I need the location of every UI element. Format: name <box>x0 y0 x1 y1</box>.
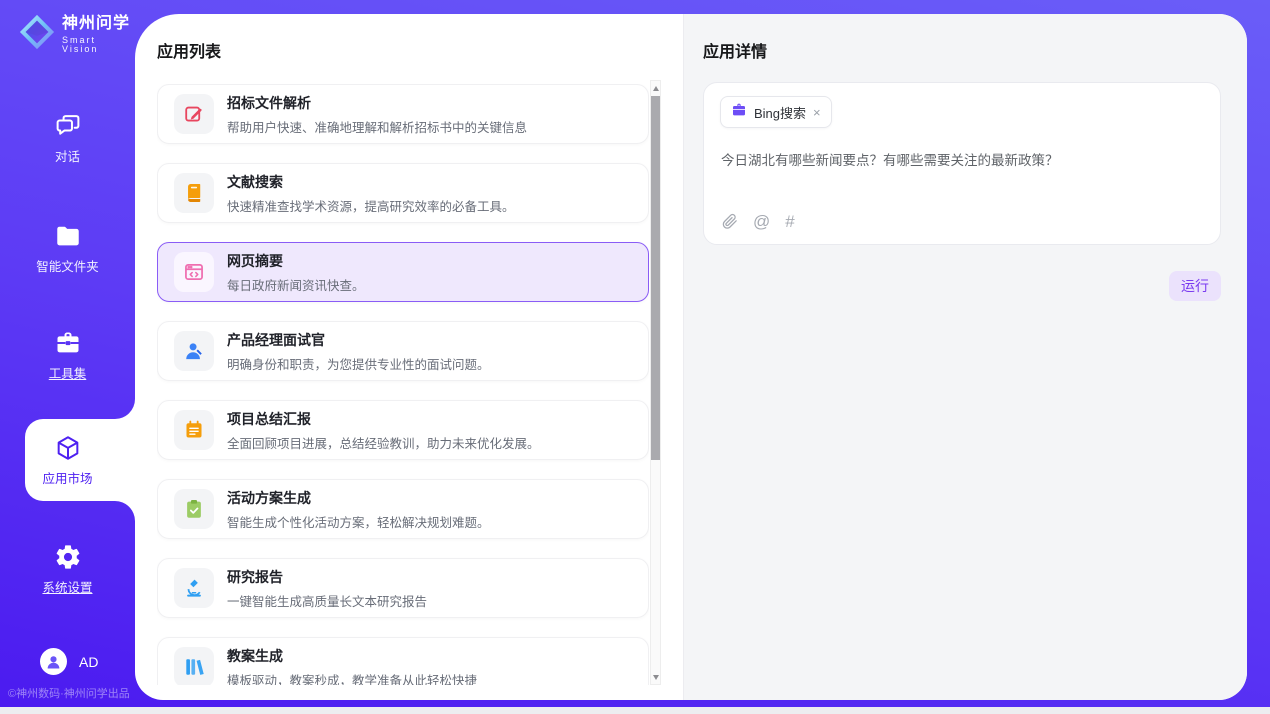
active-nav-fillet-bottom <box>115 501 135 521</box>
app-item-title: 网页摘要 <box>227 251 365 271</box>
app-item-desc: 智能生成个性化活动方案，轻松解决规划难题。 <box>227 512 490 531</box>
brand-subtitle: Smart Vision <box>62 36 135 54</box>
sidebar-item-tools[interactable]: 工具集 <box>0 328 135 382</box>
run-button[interactable]: 运行 <box>1169 271 1221 301</box>
app-item-title: 招标文件解析 <box>227 93 527 113</box>
prompt-card[interactable]: Bing搜索 × 今日湖北有哪些新闻要点？有哪些需要关注的最新政策？ @ # <box>703 82 1221 245</box>
sidebar-item-label: 工具集 <box>0 363 135 382</box>
summary-note-icon <box>174 410 214 450</box>
app-item-title: 项目总结汇报 <box>227 409 540 429</box>
topic-icon[interactable]: # <box>785 213 794 230</box>
sidebar-item-folders[interactable]: 智能文件夹 <box>0 221 135 275</box>
lesson-books-icon <box>174 647 214 685</box>
app-item-meta: 项目总结汇报全面回顾项目进展，总结经验教训，助力未来优化发展。 <box>227 409 540 452</box>
app-list-title: 应用列表 <box>157 38 221 62</box>
user-initials: AD <box>79 654 98 670</box>
composer-toolbar: @ # <box>721 213 795 230</box>
app-item-meta: 网页摘要每日政府新闻资讯快查。 <box>227 251 365 294</box>
app-list-item[interactable]: 项目总结汇报全面回顾项目进展，总结经验教训，助力未来优化发展。 <box>157 400 649 460</box>
briefcase-icon <box>731 102 747 123</box>
close-icon[interactable]: × <box>813 106 821 119</box>
app-list-item[interactable]: 活动方案生成智能生成个性化活动方案，轻松解决规划难题。 <box>157 479 649 539</box>
main-panel: 应用列表 招标文件解析帮助用户快速、准确地理解和解析招标书中的关键信息文献搜索快… <box>135 14 1247 700</box>
attachment-icon[interactable] <box>721 213 738 230</box>
sidebar-item-market[interactable]: 应用市场 <box>0 433 135 487</box>
active-nav-fillet-top <box>115 399 135 419</box>
app-item-desc: 一键智能生成高质量长文本研究报告 <box>227 591 427 610</box>
app-item-meta: 产品经理面试官明确身份和职责，为您提供专业性的面试问题。 <box>227 330 490 373</box>
app-detail-title: 应用详情 <box>703 38 767 62</box>
app-item-desc: 帮助用户快速、准确地理解和解析招标书中的关键信息 <box>227 117 527 136</box>
app-item-desc: 全面回顾项目进展，总结经验教训，助力未来优化发展。 <box>227 433 540 452</box>
copyright-text: ©神州数码·神州问学出品 <box>8 685 135 701</box>
app-list-item[interactable]: 教案生成模板驱动，教案秒成，教学准备从此轻松快捷 <box>157 637 649 685</box>
sidebar-item-label: 应用市场 <box>0 468 135 487</box>
app-detail-panel: 应用详情 Bing搜索 × 今日湖北有哪些新闻要点？有哪些需要关注的最新政策？ <box>683 14 1247 700</box>
user-avatar-icon <box>40 648 67 675</box>
brand: 神州问学 Smart Vision <box>18 13 135 56</box>
doc-edit-icon <box>174 94 214 134</box>
tool-tag-bing-search[interactable]: Bing搜索 × <box>720 96 832 128</box>
book-icon <box>174 173 214 213</box>
app-list-item[interactable]: 研究报告一键智能生成高质量长文本研究报告 <box>157 558 649 618</box>
app-item-meta: 活动方案生成智能生成个性化活动方案，轻松解决规划难题。 <box>227 488 490 531</box>
app-item-title: 研究报告 <box>227 567 427 587</box>
sidebar-item-label: 系统设置 <box>0 577 135 596</box>
toolbox-icon <box>0 328 135 358</box>
sidebar: 神州问学 Smart Vision 对话智能文件夹工具集应用市场系统设置 AD … <box>0 0 135 714</box>
scroll-down-button[interactable] <box>651 670 660 684</box>
plan-clipboard-icon <box>174 489 214 529</box>
triangle-up-icon <box>653 86 659 91</box>
question-text: 今日湖北有哪些新闻要点？有哪些需要关注的最新政策？ <box>721 149 1201 169</box>
app-list-item[interactable]: 产品经理面试官明确身份和职责，为您提供专业性的面试问题。 <box>157 321 649 381</box>
app-item-desc: 快速精准查找学术资源，提高研究效率的必备工具。 <box>227 196 515 215</box>
research-icon <box>174 568 214 608</box>
app-item-desc: 每日政府新闻资讯快查。 <box>227 275 365 294</box>
tool-tag-label: Bing搜索 <box>754 103 806 122</box>
app-item-title: 文献搜索 <box>227 172 515 192</box>
app-item-meta: 研究报告一键智能生成高质量长文本研究报告 <box>227 567 427 610</box>
brand-name: 神州问学 <box>62 16 135 32</box>
cube-icon <box>0 433 135 463</box>
user-chip[interactable]: AD <box>40 648 98 675</box>
chat-icon <box>0 111 135 141</box>
app-list-item[interactable]: 文献搜索快速精准查找学术资源，提高研究效率的必备工具。 <box>157 163 649 223</box>
sidebar-item-settings[interactable]: 系统设置 <box>0 542 135 596</box>
mention-icon[interactable]: @ <box>753 213 770 230</box>
app-list-item-selected[interactable]: 网页摘要每日政府新闻资讯快查。 <box>157 242 649 302</box>
app-item-meta: 招标文件解析帮助用户快速、准确地理解和解析招标书中的关键信息 <box>227 93 527 136</box>
folder-icon <box>0 221 135 251</box>
browser-icon <box>174 252 214 292</box>
window-bottom-edge <box>0 707 1270 714</box>
sidebar-item-chat[interactable]: 对话 <box>0 111 135 165</box>
scroll-up-button[interactable] <box>651 81 660 95</box>
app-list-item[interactable]: 招标文件解析帮助用户快速、准确地理解和解析招标书中的关键信息 <box>157 84 649 144</box>
app-item-title: 产品经理面试官 <box>227 330 490 350</box>
sidebar-item-label: 智能文件夹 <box>0 256 135 275</box>
triangle-down-icon <box>653 675 659 680</box>
app-item-title: 活动方案生成 <box>227 488 490 508</box>
gear-icon <box>0 542 135 572</box>
app-list: 招标文件解析帮助用户快速、准确地理解和解析招标书中的关键信息文献搜索快速精准查找… <box>157 84 649 685</box>
app-item-desc: 模板驱动，教案秒成，教学准备从此轻松快捷 <box>227 670 477 686</box>
app-item-meta: 教案生成模板驱动，教案秒成，教学准备从此轻松快捷 <box>227 646 477 686</box>
sidebar-item-label: 对话 <box>0 146 135 165</box>
diamond-logo-icon <box>18 13 56 56</box>
app-item-meta: 文献搜索快速精准查找学术资源，提高研究效率的必备工具。 <box>227 172 515 215</box>
app-item-title: 教案生成 <box>227 646 477 666</box>
app-item-desc: 明确身份和职责，为您提供专业性的面试问题。 <box>227 354 490 373</box>
app-list-scrollbar[interactable] <box>650 80 661 685</box>
app-window: 神州问学 Smart Vision 对话智能文件夹工具集应用市场系统设置 AD … <box>0 0 1270 714</box>
scrollbar-thumb[interactable] <box>651 96 660 460</box>
interviewer-icon <box>174 331 214 371</box>
